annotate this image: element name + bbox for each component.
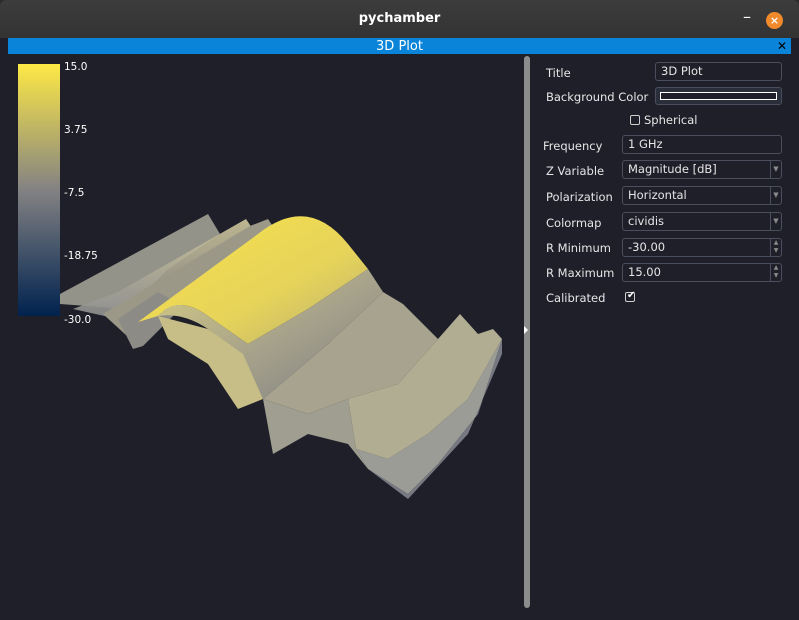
colorbar-label-max: 15.0	[64, 61, 88, 73]
background-color-label: Background Color	[546, 90, 649, 104]
polarization-value: Horizontal	[628, 188, 687, 202]
minimize-button[interactable]: –	[738, 9, 756, 28]
r-maximum-label: R Maximum	[546, 266, 615, 280]
chevron-down-icon[interactable]: ▼	[770, 187, 781, 204]
r-maximum-value: 15.00	[628, 265, 661, 279]
panel-splitter[interactable]	[522, 54, 532, 610]
background-color-swatch	[660, 92, 777, 100]
step-up-icon[interactable]: ▲	[771, 264, 781, 272]
dock-close-icon[interactable]: ✕	[777, 38, 787, 54]
r-minimum-stepper[interactable]: ▲ ▼	[770, 239, 781, 256]
r-minimum-value: -30.00	[628, 240, 666, 254]
z-variable-label: Z Variable	[546, 164, 605, 178]
step-down-icon[interactable]: ▼	[771, 247, 781, 255]
dock-header[interactable]: 3D Plot ✕	[8, 38, 791, 54]
z-variable-select[interactable]: Magnitude [dB] ▼	[622, 160, 782, 179]
colorbar-label-2: 3.75	[64, 124, 88, 136]
colormap-value: cividis	[628, 214, 665, 228]
frequency-label: Frequency	[543, 139, 603, 153]
colorbar-label-4: -18.75	[64, 250, 98, 262]
colorbar-gradient	[18, 64, 60, 316]
colormap-label: Colormap	[546, 216, 602, 230]
chevron-down-icon[interactable]: ▼	[770, 161, 781, 178]
app-window: pychamber – × 3D Plot ✕ 15.0 3.75 -7.5 -…	[0, 0, 799, 620]
dock-title: 3D Plot	[376, 39, 423, 54]
chevron-down-icon[interactable]: ▼	[770, 213, 781, 230]
3d-plot-canvas[interactable]: 15.0 3.75 -7.5 -18.75 -30.0	[8, 54, 522, 610]
triangle-right-icon	[524, 326, 528, 334]
r-minimum-spinbox[interactable]: -30.00 ▲ ▼	[622, 238, 782, 257]
polarization-select[interactable]: Horizontal ▼	[622, 186, 782, 205]
title-input[interactable]: 3D Plot	[655, 62, 782, 81]
step-up-icon[interactable]: ▲	[771, 239, 781, 247]
r-maximum-spinbox[interactable]: 15.00 ▲ ▼	[622, 263, 782, 282]
colorbar-label-min: -30.0	[64, 314, 92, 326]
close-button[interactable]: ×	[766, 12, 783, 29]
step-down-icon[interactable]: ▼	[771, 272, 781, 280]
calibrated-checkbox[interactable]: ✔	[625, 290, 636, 302]
window-title: pychamber	[358, 11, 441, 26]
colormap-select[interactable]: cividis ▼	[622, 212, 782, 231]
spherical-checkbox[interactable]	[630, 115, 640, 125]
r-maximum-stepper[interactable]: ▲ ▼	[770, 264, 781, 281]
frequency-input[interactable]: 1 GHz	[622, 135, 782, 154]
plot-settings-panel: Title 3D Plot Background Color Spherical…	[532, 54, 791, 610]
window-titlebar[interactable]: pychamber – ×	[0, 0, 799, 38]
surface-plot	[18, 64, 502, 499]
colorbar-label-3: -7.5	[64, 187, 85, 199]
polarization-label: Polarization	[546, 190, 613, 204]
spherical-label: Spherical	[644, 113, 698, 127]
calibrated-label: Calibrated	[546, 291, 606, 305]
background-color-button[interactable]	[655, 87, 782, 105]
checkmark-icon: ✔	[627, 290, 636, 301]
z-variable-value: Magnitude [dB]	[628, 162, 717, 176]
r-minimum-label: R Minimum	[546, 241, 611, 255]
title-label: Title	[546, 66, 571, 80]
